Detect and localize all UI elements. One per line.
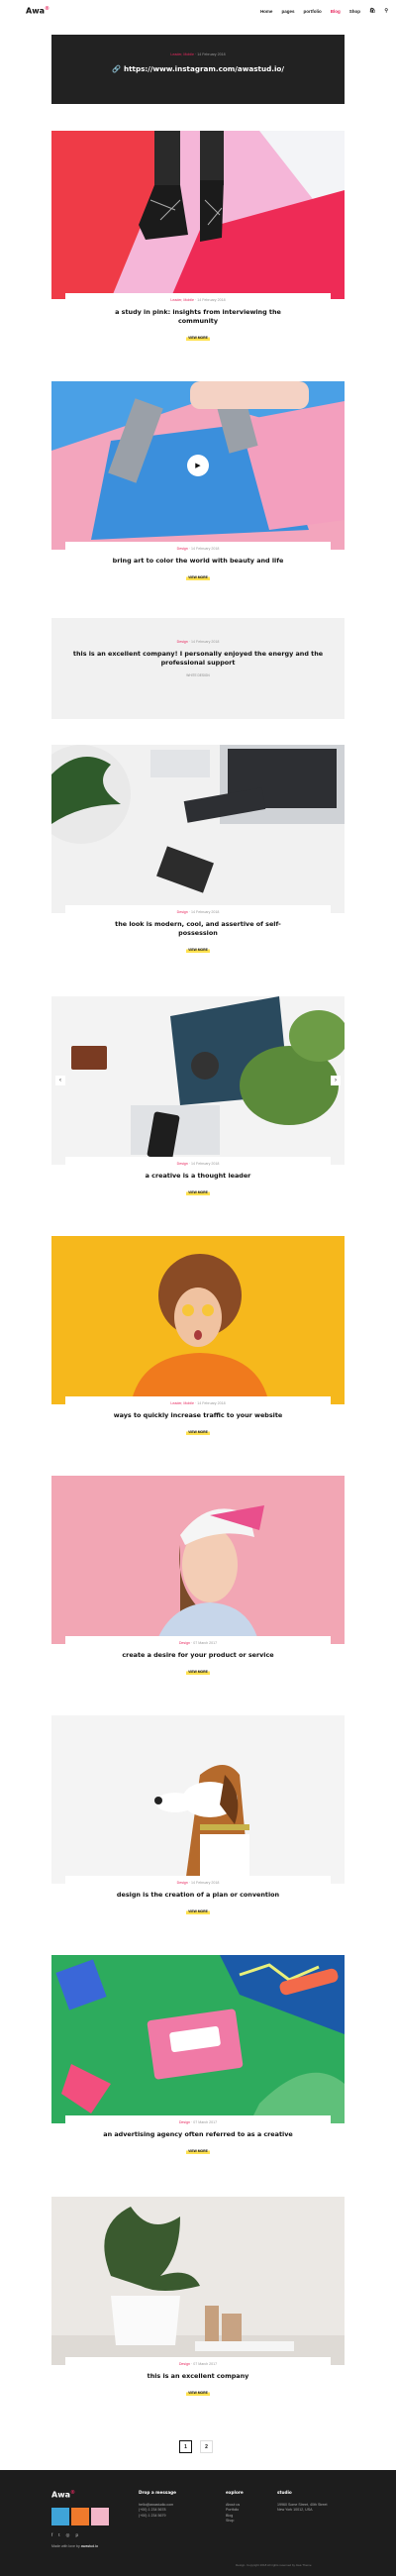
post-card: Design · 07 March 2017 this is an excell… [65,2357,331,2405]
link-icon: 🔗 [112,64,121,73]
play-icon[interactable]: ▶ [187,455,209,476]
nav-blog[interactable]: Blog [331,9,341,14]
socks-image [51,131,345,299]
nav-pages[interactable]: pages [281,9,294,14]
post-meta: Design · 14 February 2018 [176,910,220,914]
prev-arrow-icon[interactable]: ‹ [55,1076,65,1085]
post-title[interactable]: this is an excellent company [99,2372,297,2381]
main-nav: Home pages portfolio Blog Shop 🛍 ⚲ [260,8,388,14]
contact-line: (+00) 1 234 5679 [139,2513,166,2518]
post-title[interactable]: this is an excellent company! I personal… [59,650,337,668]
post-title[interactable]: ways to quickly increase traffic to your… [79,1411,317,1420]
made-by: Made with love by awastud.io [51,2543,98,2548]
gallery-image [51,996,345,1165]
post-meta: Design · 07 March 2017 [178,2120,218,2124]
view-more-link[interactable]: VIEW MORE [186,2148,210,2154]
post-image[interactable] [51,1476,345,1644]
post-meta: Design · 07 March 2017 [178,1641,218,1645]
post-image[interactable] [51,131,345,299]
post-card: Leader, Mobile · 14 February 2018 ways t… [65,1396,331,1444]
search-icon[interactable]: ⚲ [384,8,388,14]
link-post[interactable]: Leader, Mobile · 14 February 2018 🔗 https… [51,35,345,104]
view-more-link[interactable]: VIEW MORE [186,1669,210,1675]
pagination: 1 2 [179,2440,213,2453]
post-title[interactable]: design is the creation of a plan or conv… [79,1891,317,1900]
plant-image [51,2197,345,2365]
post-meta: Leader, Mobile · 14 February 2018 [170,298,226,302]
visor-woman-image [51,1476,345,1644]
quote-post[interactable]: Design · 14 February 2018 this is an exc… [51,618,345,719]
post-meta: Leader, Mobile · 14 February 2018 [170,1401,226,1405]
facebook-icon[interactable]: f [51,2532,52,2538]
post-image[interactable] [51,1715,345,1884]
instagram-icon[interactable]: ◎ [66,2532,70,2538]
colorful-objects-image [51,1955,345,2123]
footer-brand: Awa® f t ◎ p Made with love by awastud.i… [51,2490,111,2548]
post-card: Design · 07 March 2017 an advertising ag… [65,2115,331,2163]
post-card: Design · 14 February 2018 design is the … [65,1876,331,1923]
post-link[interactable]: 🔗 https://www.instagram.com/awastud.io/ [51,64,345,73]
post-title[interactable]: an advertising agency often referred to … [69,2130,327,2139]
post-meta: Design · 14 February 2018 [176,1162,220,1166]
next-arrow-icon[interactable]: › [331,1076,341,1085]
pinterest-icon[interactable]: p [75,2532,78,2538]
post-image[interactable]: ▶ [51,381,345,550]
post-card: Design · 07 March 2017 create a desire f… [65,1636,331,1684]
post-image[interactable] [51,1955,345,2123]
post-card: Design · 14 February 2018 the look is mo… [65,905,331,963]
footer-explore: explore About us Portfolio Blog Shop [226,2490,244,2524]
quote-author: WHITE DESIGN [186,673,210,677]
footer-contact: Drop a message hello@awastudio.com (+00)… [139,2490,177,2518]
beagle-image [51,1715,345,1884]
post-meta: Leader, Mobile · 14 February 2018 [170,52,226,56]
footer-logo[interactable]: Awa® [51,2490,111,2500]
nav-portfolio[interactable]: portfolio [303,9,321,14]
post-image[interactable] [51,745,345,913]
site-header: Awa® Home pages portfolio Blog Shop 🛍 ⚲ [0,0,396,22]
site-logo[interactable]: Awa® [26,6,50,16]
view-more-link[interactable]: VIEW MORE [186,2390,210,2396]
twitter-icon[interactable]: t [58,2532,59,2538]
site-footer: Awa® f t ◎ p Made with love by awastud.i… [0,2470,396,2576]
desk-image [51,745,345,913]
post-meta: Design · 14 February 2018 [176,547,220,551]
footer-link-shop[interactable]: Shop [226,2519,244,2524]
cart-icon[interactable]: 🛍 [369,8,375,14]
post-meta: Design · 07 March 2017 [178,2362,218,2366]
post-image[interactable] [51,2197,345,2365]
post-title[interactable]: a creative is a thought leader [99,1172,297,1181]
post-image[interactable] [51,1236,345,1404]
page-link-1[interactable]: 1 [179,2440,192,2453]
post-image[interactable]: ‹ › [51,996,345,1165]
page-link-2[interactable]: 2 [200,2440,213,2453]
post-meta: Design · 14 February 2018 [176,1881,220,1885]
footer-studio: studio 19960 Some Street, 40th Street Ne… [277,2490,328,2513]
post-title[interactable]: bring art to color the world with beauty… [99,557,297,566]
social-links: f t ◎ p [51,2532,111,2538]
post-card: Design · 14 February 2018 a creative is … [65,1157,331,1204]
copyright: Design. Copyright 2018 All rights reserv… [236,2563,312,2567]
post-title[interactable]: create a desire for your product or serv… [79,1651,317,1660]
view-more-link[interactable]: VIEW MORE [186,1429,210,1435]
post-title[interactable]: the look is modern, cool, and assertive … [99,920,297,938]
post-card: Design · 14 February 2018 bring art to c… [65,542,331,593]
nav-shop[interactable]: Shop [349,9,360,14]
post-title[interactable]: a study in pink: insights from interview… [99,308,297,326]
post-card: Leader, Mobile · 14 February 2018 a stud… [65,293,331,345]
view-more-link[interactable]: VIEW MORE [186,335,210,341]
post-meta: Design · 14 February 2018 [176,640,220,644]
footer-swatches [51,2507,111,2526]
view-more-link[interactable]: VIEW MORE [186,1189,210,1195]
yellow-woman-image [51,1236,345,1404]
view-more-link[interactable]: VIEW MORE [186,1908,210,1914]
nav-home[interactable]: Home [260,9,273,14]
view-more-link[interactable]: VIEW MORE [186,947,210,953]
view-more-link[interactable]: VIEW MORE [186,574,210,580]
